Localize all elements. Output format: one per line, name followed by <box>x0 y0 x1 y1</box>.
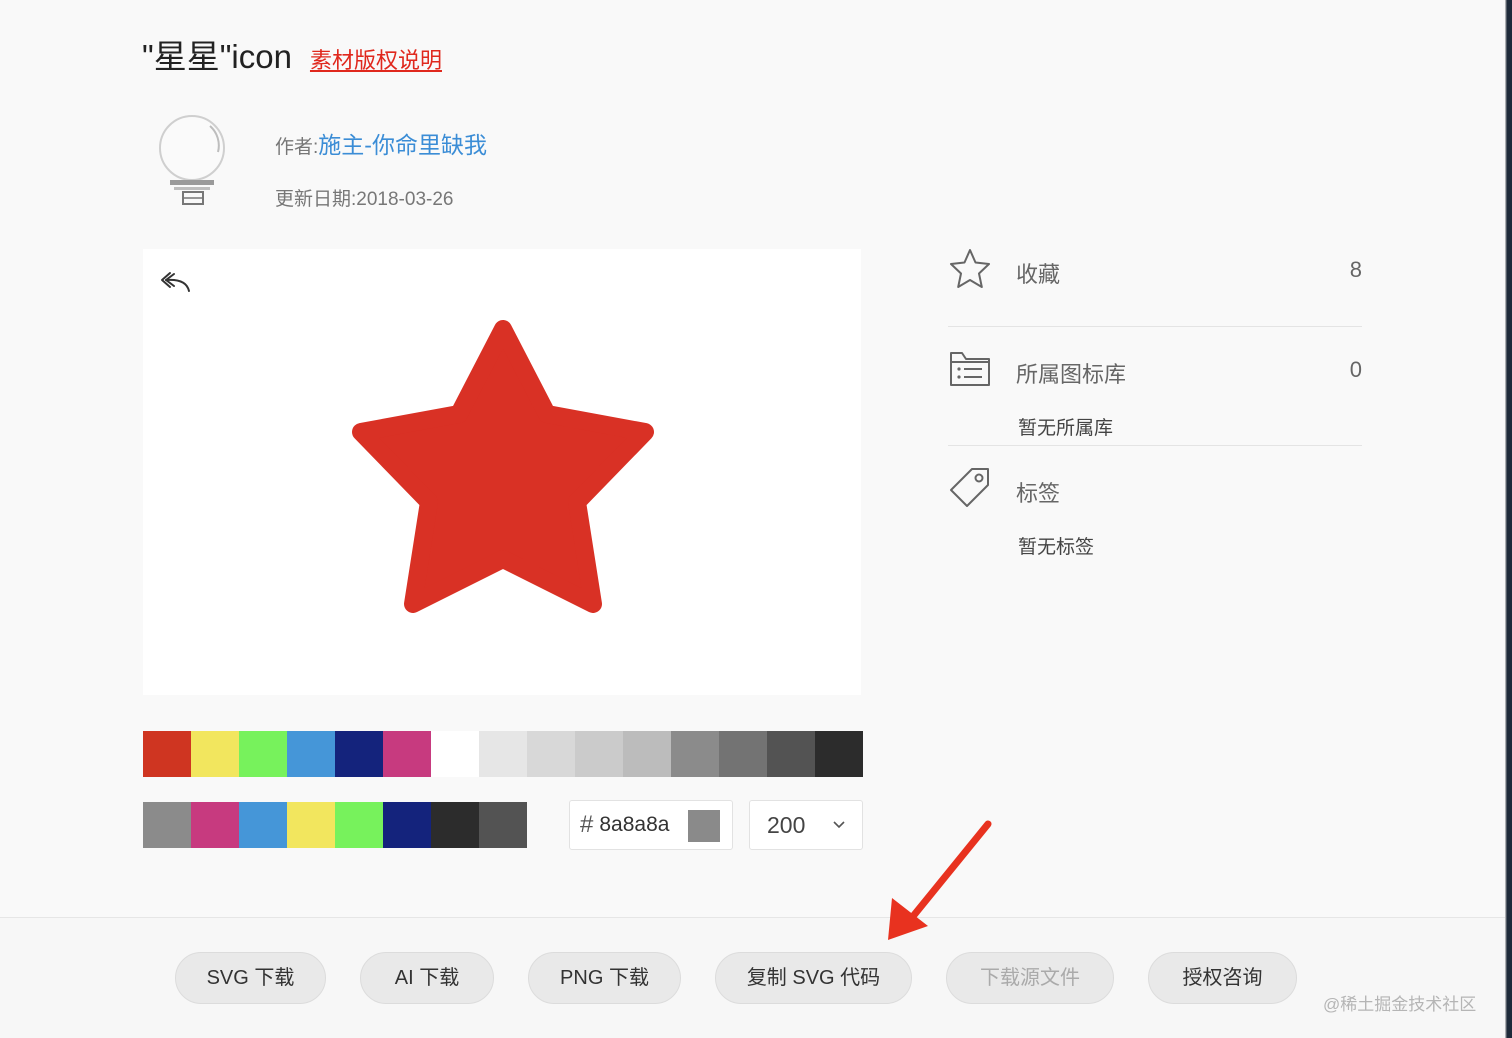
star-icon <box>352 320 654 613</box>
color-swatch[interactable] <box>479 731 527 777</box>
color-swatch[interactable] <box>815 731 863 777</box>
author-row: 作者: 施主-你命里缺我 <box>275 126 487 160</box>
color-swatch[interactable] <box>719 731 767 777</box>
folder-list-icon <box>950 352 990 386</box>
color-swatch[interactable] <box>671 731 719 777</box>
color-palette-recent <box>143 802 527 848</box>
license-link[interactable]: 素材版权说明 <box>310 43 442 75</box>
color-swatch[interactable] <box>191 802 239 848</box>
color-swatch[interactable] <box>383 802 431 848</box>
size-select[interactable]: 200 <box>749 800 863 850</box>
date-label: 更新日期: <box>275 189 357 210</box>
favorite-count: 8 <box>1349 257 1362 282</box>
favorite-row[interactable]: 收藏 8 <box>948 247 1362 307</box>
library-count: 0 <box>1349 357 1362 382</box>
window-edge <box>1505 0 1512 1038</box>
undo-icon[interactable] <box>159 267 193 297</box>
svg-download-button[interactable]: SVG 下载 <box>175 952 326 1004</box>
color-swatch[interactable] <box>431 802 479 848</box>
chevron-down-icon <box>833 821 845 829</box>
avatar[interactable] <box>152 112 236 212</box>
hex-value[interactable]: 8a8a8a <box>599 813 669 837</box>
copy-svg-code-button[interactable]: 复制 SVG 代码 <box>715 952 912 1004</box>
color-swatch[interactable] <box>239 802 287 848</box>
library-empty-text: 暂无所属库 <box>1018 418 1114 439</box>
color-swatch[interactable] <box>527 731 575 777</box>
library-label: 所属图标库 <box>1016 362 1127 387</box>
tags-label: 标签 <box>1016 481 1061 506</box>
author-name-link[interactable]: 施主-你命里缺我 <box>318 126 487 160</box>
download-source-button[interactable]: 下载源文件 <box>946 952 1114 1004</box>
divider <box>948 326 1362 327</box>
hash-symbol: # <box>580 811 594 838</box>
color-swatch[interactable] <box>287 802 335 848</box>
license-consult-button[interactable]: 授权咨询 <box>1148 952 1297 1004</box>
tags-row: 标签 暂无标签 <box>948 466 1362 561</box>
size-value: 200 <box>767 811 806 838</box>
annotation-arrow-icon <box>888 820 992 940</box>
date-value: 2018-03-26 <box>356 189 454 210</box>
color-swatch[interactable] <box>623 731 671 777</box>
color-hex-input[interactable]: # 8a8a8a <box>569 800 733 850</box>
tags-empty-text: 暂无标签 <box>1018 537 1095 558</box>
png-download-button[interactable]: PNG 下载 <box>528 952 681 1004</box>
color-swatch[interactable] <box>383 731 431 777</box>
color-swatch[interactable] <box>143 802 191 848</box>
ai-download-button[interactable]: AI 下载 <box>360 952 494 1004</box>
page-title: "星星"icon <box>142 38 292 75</box>
color-swatch[interactable] <box>575 731 623 777</box>
icon-preview-panel <box>143 249 861 695</box>
color-swatch[interactable] <box>431 731 479 777</box>
author-label: 作者: <box>275 137 319 158</box>
tag-icon <box>950 468 989 507</box>
color-swatch[interactable] <box>335 802 383 848</box>
watermark: @稀土掘金技术社区 <box>1323 995 1477 1014</box>
color-swatch[interactable] <box>335 731 383 777</box>
favorite-label: 收藏 <box>1016 262 1061 287</box>
divider <box>948 445 1362 446</box>
current-color-swatch[interactable] <box>688 810 720 842</box>
title-row: "星星"icon 素材版权说明 <box>142 30 442 78</box>
color-swatch[interactable] <box>479 802 527 848</box>
color-swatch[interactable] <box>767 731 815 777</box>
color-palette-primary <box>143 731 863 777</box>
color-swatch[interactable] <box>287 731 335 777</box>
library-row: 所属图标库 0 暂无所属库 <box>948 347 1362 442</box>
star-outline-icon[interactable] <box>948 247 992 291</box>
color-swatch[interactable] <box>191 731 239 777</box>
color-swatch[interactable] <box>239 731 287 777</box>
color-swatch[interactable] <box>143 731 191 777</box>
update-date-row: 更新日期: 2018-03-26 <box>275 184 453 211</box>
